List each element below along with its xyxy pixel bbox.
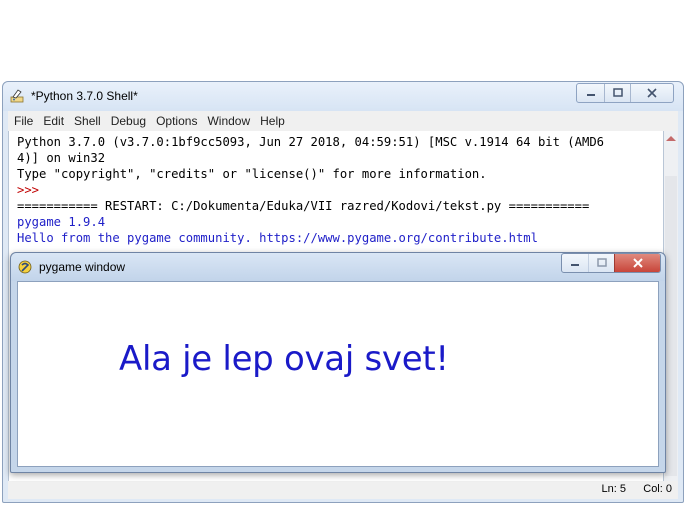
menu-window[interactable]: Window (201, 114, 254, 128)
idle-python-icon (9, 88, 25, 104)
shell-titlebar[interactable]: *Python 3.7.0 Shell* (3, 82, 683, 111)
menu-debug[interactable]: Debug (105, 114, 150, 128)
pygame-snake-icon (17, 259, 33, 275)
pygame-window-title: pygame window (39, 260, 126, 274)
close-icon[interactable] (614, 254, 660, 272)
menu-edit[interactable]: Edit (37, 114, 68, 128)
menu-options[interactable]: Options (150, 114, 201, 128)
shell-output-line: Python 3.7.0 (v3.7.0:1bf9cc5093, Jun 27 … (17, 135, 604, 149)
pygame-message-text: Ala je lep ovaj svet! (119, 339, 449, 379)
maximize-icon (588, 254, 614, 272)
menu-help[interactable]: Help (254, 114, 289, 128)
pygame-window[interactable]: pygame window Ala je lep ovaj svet! (10, 252, 666, 473)
maximize-icon[interactable] (604, 84, 630, 102)
shell-output-line: 4)] on win32 (17, 151, 106, 165)
pygame-titlebar[interactable]: pygame window (11, 253, 665, 281)
minimize-icon[interactable] (562, 254, 588, 272)
shell-menubar: File Edit Shell Debug Options Window Hel… (8, 111, 678, 131)
pygame-window-controls (561, 253, 661, 273)
pygame-canvas[interactable]: Ala je lep ovaj svet! (17, 281, 659, 467)
shell-vertical-scrollbar[interactable] (664, 131, 678, 496)
scroll-up-icon[interactable] (666, 136, 676, 141)
close-icon[interactable] (630, 84, 673, 102)
shell-output-line: Hello from the pygame community. https:/… (17, 231, 538, 245)
status-line-number: Ln: 5 (601, 483, 626, 495)
scroll-thumb[interactable] (665, 176, 677, 476)
shell-output-line: Type "copyright", "credits" or "license(… (17, 167, 487, 181)
menu-shell[interactable]: Shell (68, 114, 105, 128)
shell-window-controls (576, 83, 674, 103)
menu-file[interactable]: File (8, 114, 37, 128)
status-column-number: Col: 0 (643, 483, 672, 495)
shell-prompt: >>> (17, 183, 40, 197)
shell-restart-line: =========== RESTART: C:/Dokumenta/Eduka/… (17, 199, 590, 213)
shell-output-line: pygame 1.9.4 (17, 215, 106, 229)
shell-statusbar: Ln: 5 Col: 0 (8, 481, 678, 499)
minimize-icon[interactable] (577, 84, 604, 102)
shell-window-title: *Python 3.7.0 Shell* (31, 89, 138, 103)
